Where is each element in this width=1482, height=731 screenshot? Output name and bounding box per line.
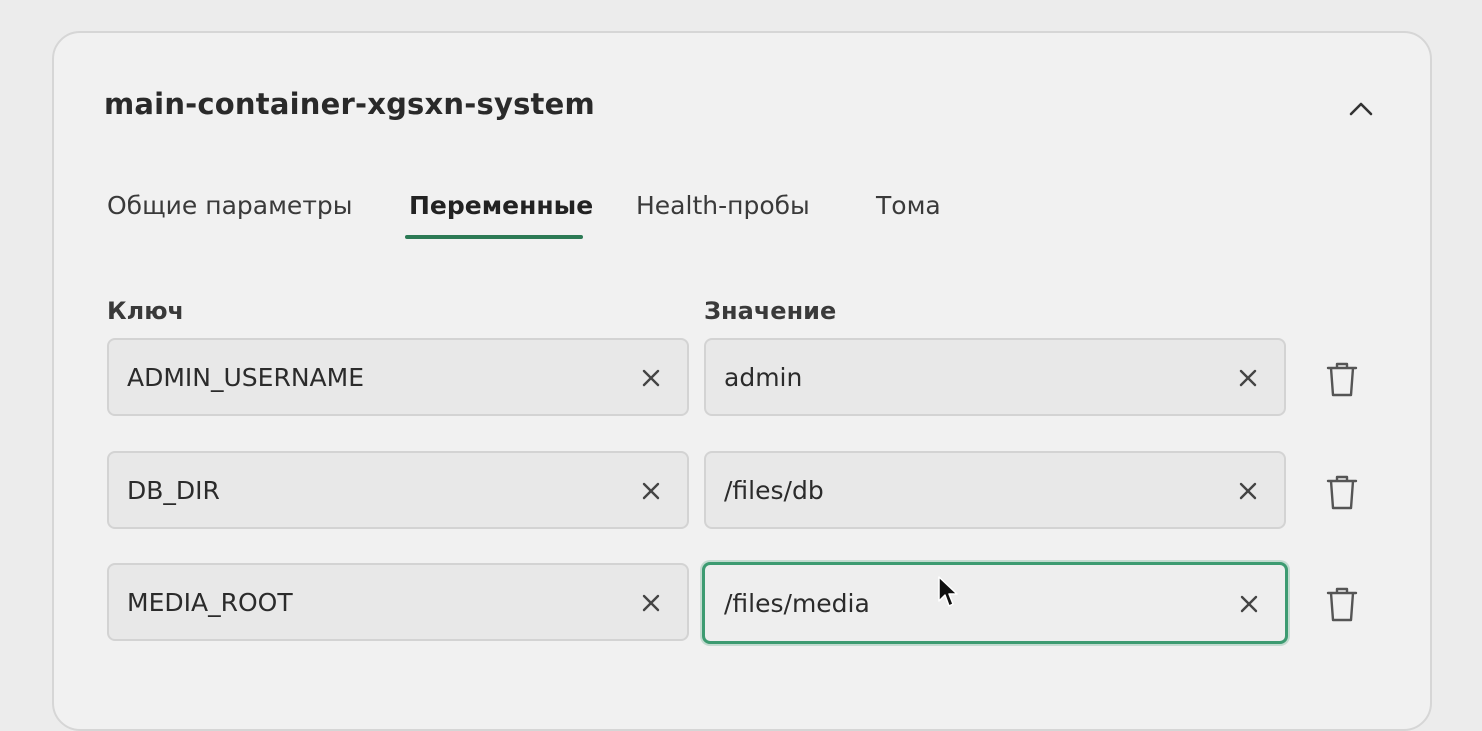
value-field-focused[interactable]: /files/media: [702, 562, 1288, 644]
close-icon[interactable]: [639, 366, 663, 390]
key-field-value: DB_DIR: [127, 476, 220, 505]
close-icon[interactable]: [639, 591, 663, 615]
trash-icon[interactable]: [1324, 472, 1360, 512]
close-icon[interactable]: [639, 479, 663, 503]
tab-general[interactable]: Общие параметры: [107, 191, 352, 232]
value-field[interactable]: /files/db: [704, 451, 1286, 529]
value-field-value: admin: [724, 363, 803, 392]
value-column-label: Значение: [704, 297, 837, 325]
trash-icon[interactable]: [1324, 359, 1360, 399]
chevron-up-icon: [1349, 102, 1373, 116]
close-icon[interactable]: [1236, 479, 1260, 503]
tab-volumes[interactable]: Тома: [876, 191, 941, 232]
key-field-value: MEDIA_ROOT: [127, 588, 293, 617]
key-field[interactable]: MEDIA_ROOT: [107, 563, 689, 641]
mouse-pointer-icon: [938, 576, 958, 607]
trash-icon[interactable]: [1324, 584, 1360, 624]
close-icon[interactable]: [1236, 366, 1260, 390]
key-column-label: Ключ: [107, 297, 185, 325]
collapse-button[interactable]: [1344, 93, 1378, 123]
container-title: main-container-xgsxn-system: [104, 87, 595, 121]
key-field[interactable]: ADMIN_USERNAME: [107, 338, 689, 416]
close-icon[interactable]: [1237, 592, 1261, 616]
key-field[interactable]: DB_DIR: [107, 451, 689, 529]
tab-health-probes[interactable]: Health-пробы: [636, 191, 810, 232]
key-field-value: ADMIN_USERNAME: [127, 363, 364, 392]
active-tab-indicator: [405, 235, 583, 239]
value-field-value: /files/db: [724, 476, 824, 505]
value-field-value: /files/media: [724, 589, 870, 618]
tab-variables[interactable]: Переменные: [409, 191, 593, 232]
container-card: main-container-xgsxn-system Общие параме…: [52, 31, 1432, 731]
value-field[interactable]: admin: [704, 338, 1286, 416]
